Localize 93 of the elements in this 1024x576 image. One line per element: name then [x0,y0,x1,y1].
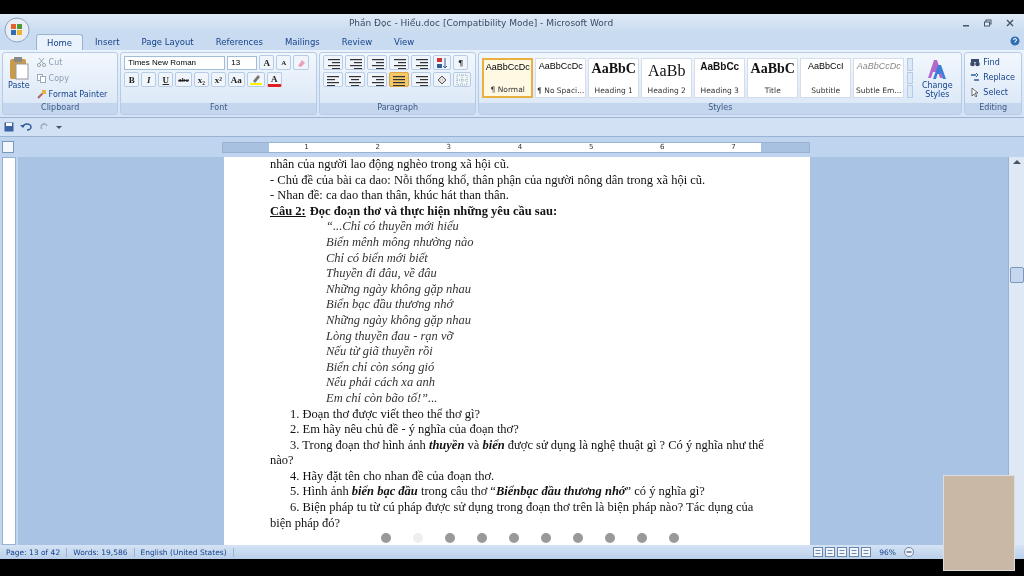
show-marks-button[interactable]: ¶ [453,55,469,70]
ribbon-tab[interactable]: Home [36,34,84,50]
editing-button[interactable]: Replace [968,70,1018,84]
editing-button[interactable]: Find [968,55,1018,69]
group-label: Editing [965,103,1021,114]
poem-line: Chỉ có biển mới biết [325,250,429,267]
justify-button[interactable] [389,72,410,87]
ribbon-tab[interactable]: Insert [85,34,130,50]
bullets-button[interactable] [323,55,344,70]
restore-icon [984,19,992,27]
increase-indent-button[interactable] [411,55,432,70]
align-right-button[interactable] [367,72,388,87]
body-text: - Nhan đề: ca dao than thân, khúc hát than thân. [270,188,510,204]
body-text: nhân của người lao động nghèo trong xã hội cũ. [270,157,511,173]
poem-line: Em chỉ còn bão tố!”... [325,390,439,407]
body-text: - Chủ đề của bài ca dao: Nỗi thống khổ, thân phận của người nông dân trong xã hội cũ. [270,172,707,189]
font-color-button[interactable]: A [266,72,282,87]
close-icon [1006,19,1014,27]
cursor-icon [970,87,981,97]
decrease-indent-button[interactable] [389,55,410,70]
redo-icon [40,122,50,132]
poem-line: Nếu từ giã thuyền rồi [325,344,434,360]
binoculars-icon [970,57,981,67]
sort-button[interactable] [433,55,452,70]
window-title: Phần Đọc - Hiểu.doc [Compatibility Mode] - Microsoft Word [347,18,615,28]
sort-icon [436,56,449,69]
poem-line: Lòng thuyền đau - rạn vỡ [325,328,455,345]
customize-caret-icon [56,124,62,130]
scissors-icon [36,57,46,67]
font-size-field[interactable]: 13 [227,55,258,70]
replace-icon [970,72,981,82]
border-grid-icon [456,73,469,86]
ribbon-tab[interactable]: References [205,34,273,50]
vertical-scrollbar[interactable] [1008,157,1024,545]
highlight-button[interactable] [246,72,265,87]
paste-button[interactable]: Paste [6,55,32,101]
question-text: 3. Trong đoạn thơ hình ảnh thuyền và biển được sử dụng là nghệ thuật gì ? Có ý nghĩa như thế nào? [270,437,765,469]
ribbon-tab[interactable]: Review [331,34,383,50]
editing-button[interactable]: Select [968,85,1018,99]
eraser-icon [296,57,307,68]
poem-line: Những ngày không gặp nhau [325,312,472,329]
justify-icon [392,73,407,86]
ribbon-tab[interactable]: Mailings [274,34,330,50]
poem-line: “...Chỉ có thuyền mới hiểu [325,219,460,235]
group-label: Font [121,103,317,114]
center-button[interactable] [345,72,366,87]
undo-icon [20,122,34,132]
group-label: Paragraph [320,103,476,114]
font-family-field[interactable]: Times New Roman [124,55,226,70]
ribbon-tab[interactable]: View [384,34,425,50]
align-right-icon [370,73,385,86]
question-heading: Câu 2: Đọc đoạn thơ và thực hiện những yêu cầu sau: [270,203,559,220]
question-text: 5. Hình ảnh biển bạc đầu trong câu thơ “Biểnbạc đầu thương nhớ” có ý nghĩa gì? [289,484,706,501]
poem-line: Biển bạc đầu thương nhớ [325,297,455,313]
format-painter-button[interactable]: Format Painter [34,87,110,101]
line-spacing-button[interactable] [411,72,432,87]
change-case-button[interactable]: Aa [227,72,245,87]
question-text: 4. Hãy đặt tên cho nhan đề của đoạn thơ. [289,468,496,485]
tab-selector-button[interactable] [2,141,14,153]
multilevel-list-button[interactable] [367,55,388,70]
question-text: 2. Em hãy nêu chủ đề - ý nghĩa của đoạn thơ? [289,422,520,438]
clipboard-icon [8,56,29,80]
group-label: Clipboard [3,103,118,114]
scroll-up-icon [1012,159,1021,165]
question-text: 6. Biện pháp tu từ cú pháp được sử dụng trong đoạn thơ trên là biện pháp nào? Tác dụng của biện pháp đó? [270,500,755,532]
highlighter-icon [249,74,262,85]
change-styles-button[interactable]: Change Styles [916,56,959,100]
underline-button[interactable]: U [158,72,174,87]
group-label: Styles [479,103,962,114]
help-icon [1010,36,1020,46]
poem-line: Biển mênh mông nhường nào [325,234,475,251]
paintbrush-icon [36,89,46,99]
bold-button[interactable]: B [124,72,140,87]
center-icon [348,73,363,86]
stacked-letters-icon [926,57,949,80]
shading-button[interactable] [433,72,452,87]
poem-line: Những ngày không gặp nhau [325,281,472,298]
ribbon-tab[interactable]: Page Layout [131,34,204,50]
zoom-out-icon [904,547,914,557]
italic-button[interactable]: I [141,72,157,87]
question-text: 1. Đoạn thơ được viết theo thể thơ gì? [289,406,482,423]
poem-line: Biển chỉ còn sóng gió [325,359,436,376]
copy-icon [36,73,46,83]
poem-line: Thuyền đi đâu, về đâu [325,266,438,282]
save-icon [4,122,14,132]
poem-line: Nếu phải cách xa anh [325,375,436,391]
grow-font-button[interactable]: A [259,55,275,70]
align-left-button[interactable] [323,72,344,87]
superscript-button[interactable]: x² [210,72,226,87]
align-left-icon [326,73,341,86]
numbering-button[interactable] [345,55,366,70]
scroll-thumb[interactable] [1009,267,1024,283]
subscript-button[interactable]: x₂ [193,72,209,87]
